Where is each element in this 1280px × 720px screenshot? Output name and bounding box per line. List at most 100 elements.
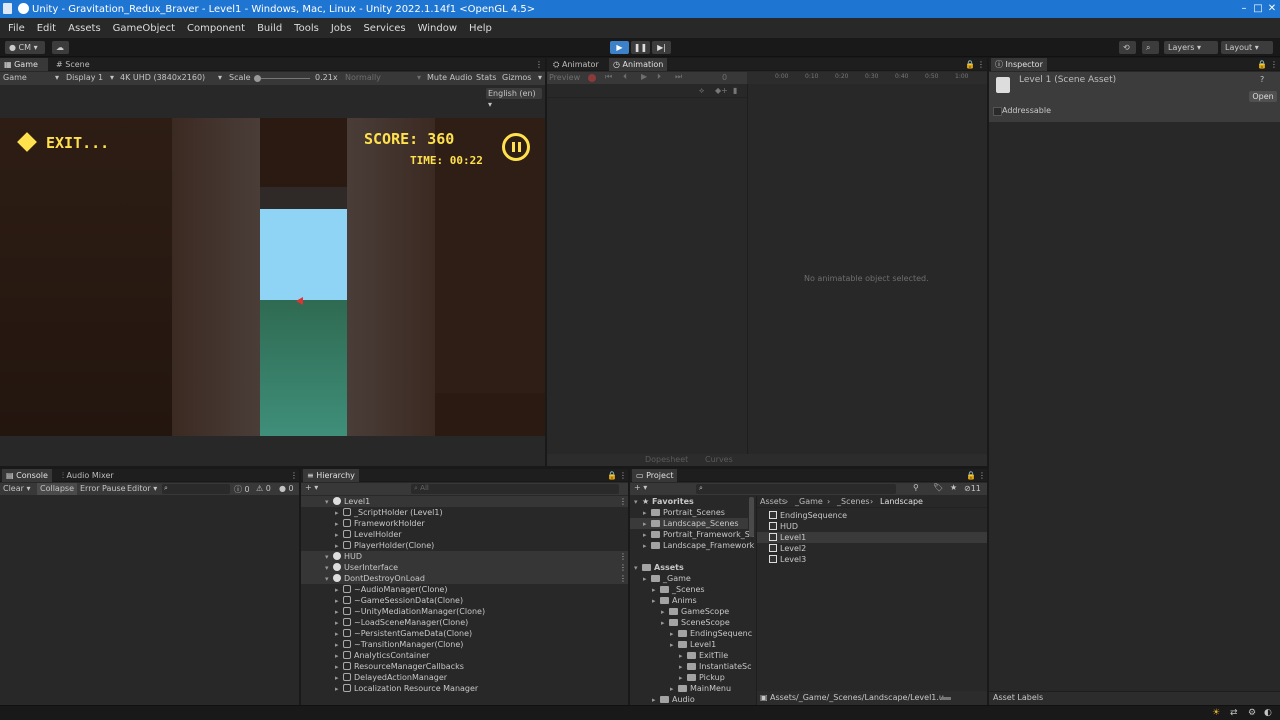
- hierarchy-row[interactable]: ▸ ~UnityMediationManager(Clone): [301, 606, 628, 617]
- tab-project[interactable]: ▭ Project: [632, 469, 678, 482]
- expand-arrow-icon[interactable]: ▸: [643, 541, 651, 552]
- expand-arrow-icon[interactable]: ▸: [335, 684, 343, 695]
- menu-gameobject[interactable]: GameObject: [113, 23, 175, 34]
- filter-icon[interactable]: ⟡: [699, 86, 704, 96]
- search-icon[interactable]: ⌕: [1142, 41, 1159, 54]
- add-event-icon[interactable]: ▮: [733, 86, 737, 95]
- menu-jobs[interactable]: Jobs: [331, 23, 352, 34]
- hierarchy-row[interactable]: ▸ ~GameSessionData(Clone): [301, 595, 628, 606]
- first-key-icon[interactable]: ⏮: [605, 72, 612, 82]
- hierarchy-row[interactable]: ▸ ResourceManagerCallbacks: [301, 661, 628, 672]
- folder-row[interactable]: ▸ SceneScope: [630, 617, 748, 628]
- account-dropdown[interactable]: ● CM ▾: [5, 41, 45, 54]
- play-anim-icon[interactable]: ▶: [641, 72, 647, 81]
- menu-help[interactable]: Help: [469, 23, 492, 34]
- add-key-icon[interactable]: ◆+: [715, 86, 728, 95]
- tab-animator[interactable]: ⛭ Animator: [549, 58, 603, 71]
- tab-game[interactable]: ▦ Game: [0, 58, 48, 71]
- resolution-dropdown[interactable]: 4K UHD (3840x2160) ▾: [120, 73, 222, 82]
- hierarchy-row[interactable]: ▸ PlayerHolder(Clone): [301, 540, 628, 551]
- gizmos-dropdown[interactable]: Gizmos ▾: [502, 73, 542, 82]
- menu-tools[interactable]: Tools: [294, 23, 319, 34]
- tree-section-header[interactable]: ▾ ★ Favorites: [630, 496, 748, 507]
- warning-count[interactable]: ⚠ 0: [256, 484, 271, 493]
- clear-button[interactable]: Clear ▾: [3, 484, 30, 493]
- addressable-checkbox[interactable]: [993, 107, 1002, 116]
- folder-row[interactable]: ▸ ExitTile: [630, 650, 748, 661]
- folder-row[interactable]: ▸ Anims: [630, 595, 748, 606]
- step-button[interactable]: ▶|: [652, 41, 671, 54]
- scene-file-item[interactable]: Level1: [757, 532, 987, 543]
- hierarchy-row[interactable]: ▸ ~PersistentGameData(Clone): [301, 628, 628, 639]
- dopesheet-button[interactable]: Dopesheet: [645, 455, 688, 464]
- size-slider[interactable]: [941, 697, 951, 700]
- menu-assets[interactable]: Assets: [68, 23, 101, 34]
- scene-file-item[interactable]: HUD: [757, 521, 987, 532]
- hierarchy-row[interactable]: ▸ ~LoadSceneManager(Clone): [301, 617, 628, 628]
- breadcrumb-item[interactable]: _Game: [795, 497, 823, 506]
- scale-slider[interactable]: [255, 78, 310, 79]
- next-key-icon[interactable]: ⏵: [657, 72, 661, 82]
- search-by-label-icon[interactable]: 🏷: [933, 483, 943, 492]
- scene-menu-icon[interactable]: ⋮: [619, 496, 627, 507]
- hidden-count-badge[interactable]: ⊘11: [964, 484, 981, 493]
- breadcrumb-item[interactable]: _Scenes: [837, 497, 870, 506]
- last-key-icon[interactable]: ⏭: [675, 72, 682, 82]
- pause-button[interactable]: ❚❚: [631, 41, 650, 54]
- folder-row[interactable]: ▸ EndingSequenc: [630, 628, 752, 639]
- hierarchy-row[interactable]: ▸ DelayedActionManager: [301, 672, 628, 683]
- add-object-button[interactable]: + ▾: [305, 483, 318, 492]
- window-menu-icon[interactable]: [3, 3, 12, 14]
- panel-menu-icon[interactable]: ⋮: [974, 469, 990, 482]
- lighting-icon[interactable]: ☀: [1212, 708, 1220, 718]
- tab-animation[interactable]: ◷ Animation: [609, 58, 668, 71]
- frame-field[interactable]: 0: [722, 73, 727, 82]
- prev-key-icon[interactable]: ⏴: [623, 72, 627, 82]
- error-count[interactable]: ● 0: [279, 484, 294, 493]
- layers-dropdown[interactable]: Layers ▾: [1164, 41, 1218, 54]
- tab-inspector[interactable]: ⓘ Inspector: [991, 58, 1047, 71]
- open-button[interactable]: Open: [1249, 91, 1277, 102]
- tab-console[interactable]: ▤ Console: [2, 469, 52, 482]
- editor-dropdown[interactable]: Editor ▾: [127, 484, 157, 493]
- folder-row[interactable]: ▸ _Scenes: [630, 584, 748, 595]
- vsync-dropdown[interactable]: Normally ▾: [345, 73, 421, 82]
- game-view[interactable]: EXIT... SCORE: 360 TIME: 00:22: [0, 118, 545, 436]
- favorite-icon[interactable]: ★: [950, 483, 957, 492]
- hierarchy-row[interactable]: ▸ LevelHolder: [301, 529, 628, 540]
- maximize-button[interactable]: □: [1251, 2, 1265, 15]
- hierarchy-row[interactable]: ▸ ~TransitionManager(Clone): [301, 639, 628, 650]
- cloud-icon[interactable]: ☁: [52, 41, 69, 54]
- menu-file[interactable]: File: [8, 23, 25, 34]
- play-button[interactable]: ▶: [610, 41, 629, 54]
- hierarchy-row[interactable]: ▸ ~AudioManager(Clone): [301, 584, 628, 595]
- scene-menu-icon[interactable]: ⋮: [619, 562, 627, 573]
- record-icon[interactable]: [588, 74, 596, 82]
- game-mode-dropdown[interactable]: Game ▾: [3, 73, 59, 82]
- tree-section-header[interactable]: ▾ Assets: [630, 562, 748, 573]
- folder-row[interactable]: ▸ Audio: [630, 694, 748, 705]
- preview-button[interactable]: Preview: [549, 73, 580, 82]
- curves-button[interactable]: Curves: [705, 455, 733, 464]
- tab-hierarchy[interactable]: ≡ Hierarchy: [303, 469, 359, 482]
- help-icon[interactable]: ?: [1260, 75, 1264, 84]
- notifications-icon[interactable]: ◐: [1264, 708, 1272, 718]
- panel-menu-icon[interactable]: ⋮: [1266, 58, 1280, 71]
- hierarchy-row[interactable]: ▸ FrameworkHolder: [301, 518, 628, 529]
- folder-row[interactable]: ▸ InstantiateSc: [630, 661, 752, 672]
- tab-scene[interactable]: # Scene: [52, 58, 98, 71]
- debug-icon[interactable]: ⚙: [1248, 708, 1256, 718]
- folder-row[interactable]: ▸ Level1: [630, 639, 748, 650]
- history-icon[interactable]: ⟲: [1119, 41, 1136, 54]
- menu-window[interactable]: Window: [418, 23, 457, 34]
- scene-file-item[interactable]: Level3: [757, 554, 987, 565]
- hierarchy-row[interactable]: ▸ AnalyticsContainer: [301, 650, 628, 661]
- hierarchy-row[interactable]: ▾ DontDestroyOnLoad ⋮: [301, 573, 628, 584]
- collapse-toggle[interactable]: Collapse: [37, 483, 77, 495]
- folder-row[interactable]: ▸ GameScope: [630, 606, 748, 617]
- display-dropdown[interactable]: Display 1 ▾: [66, 73, 114, 82]
- pause-game-button[interactable]: [502, 133, 530, 161]
- network-icon[interactable]: ⇄: [1230, 708, 1238, 718]
- folder-row[interactable]: ▸ Pickup: [630, 672, 748, 683]
- hierarchy-search-input[interactable]: ⌕ All: [411, 484, 619, 494]
